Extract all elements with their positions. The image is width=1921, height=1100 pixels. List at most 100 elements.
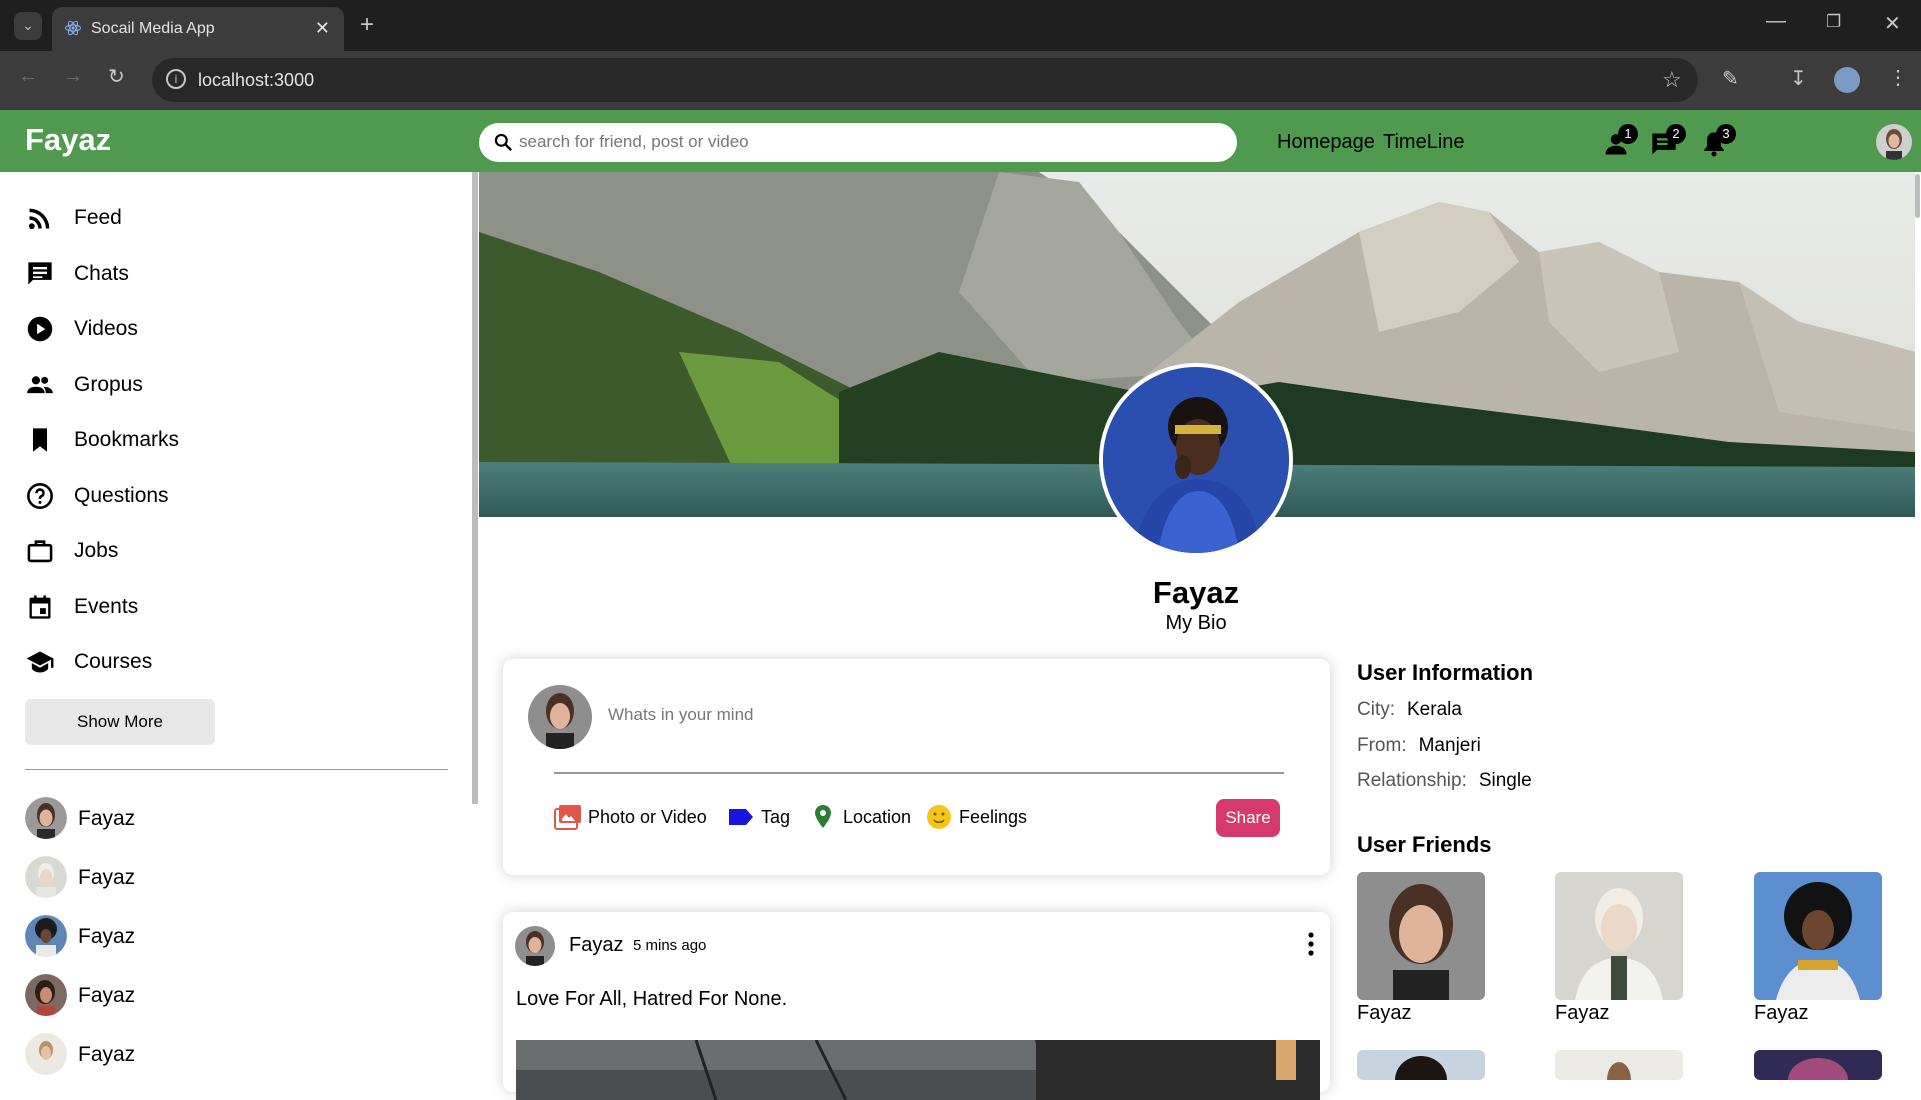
share-button[interactable]: Share (1216, 799, 1280, 837)
brand-logo[interactable]: Fayaz (25, 122, 111, 158)
sidebar-item-groups[interactable]: Gropus (26, 367, 426, 399)
search-bar[interactable] (479, 123, 1237, 162)
sidebar-item-videos[interactable]: Videos (26, 311, 426, 343)
avatar (25, 915, 67, 957)
feelings-option[interactable]: Feelings (925, 802, 1035, 832)
info-city-label: City: (1357, 699, 1395, 720)
sidebar-friend[interactable]: Fayaz (25, 915, 425, 957)
sidebar-item-jobs[interactable]: Jobs (26, 533, 426, 565)
feelings-label: Feelings (959, 807, 1028, 827)
browser-toolbar: ← → ↻ i localhost:3000 ☆ ✎ ↧ ⋮ (0, 51, 1921, 110)
site-info-icon[interactable]: i (166, 69, 186, 89)
minimize-icon[interactable]: — (1766, 10, 1786, 33)
sidebar-divider (25, 769, 448, 770)
friend-name: Fayaz (1754, 1002, 1809, 1024)
sidebar-item-label: Gropus (74, 373, 143, 396)
page-scrollbar-track[interactable] (1915, 172, 1921, 1080)
tab-title: Socail Media App (91, 20, 215, 37)
help-circle-icon (27, 483, 53, 509)
sidebar-item-label: Chats (74, 262, 129, 285)
sidebar-friend[interactable]: Fayaz (25, 856, 425, 898)
sidebar-item-label: Videos (74, 317, 138, 340)
bookmark-star-icon[interactable]: ☆ (1662, 67, 1682, 93)
calendar-icon (29, 595, 51, 619)
avatar (25, 1033, 67, 1075)
header-avatar[interactable] (1876, 124, 1912, 160)
tag-option[interactable]: Tag (727, 802, 797, 832)
rss-feed-icon (28, 208, 50, 230)
sidebar-friend-name: Fayaz (78, 984, 136, 1007)
avatar (528, 685, 592, 749)
tab-close-icon[interactable]: ✕ (315, 18, 330, 39)
reload-icon[interactable]: ↻ (108, 64, 125, 89)
restore-icon[interactable]: ❐ (1826, 12, 1841, 32)
back-icon[interactable]: ← (18, 65, 38, 88)
nav-homepage[interactable]: Homepage (1277, 131, 1375, 154)
nav-timeline[interactable]: TimeLine (1383, 131, 1465, 154)
address-bar[interactable]: i localhost:3000 ☆ (152, 58, 1698, 102)
sidebar-friend-name: Fayaz (78, 1043, 136, 1066)
user-friends-title: User Friends (1357, 832, 1492, 857)
info-relationship-value: Single (1478, 770, 1532, 791)
friend-photo (1357, 872, 1485, 1000)
show-more-button[interactable]: Show More (25, 699, 215, 745)
sidebar-friend-name: Fayaz (78, 866, 136, 889)
avatar (25, 974, 67, 1016)
info-from: From: Manjeri (1357, 735, 1481, 757)
profile-bio: My Bio (1165, 612, 1227, 634)
friend-requests-button[interactable]: 1 (1602, 124, 1638, 158)
tag-label: Tag (761, 807, 791, 827)
extensions-icon[interactable]: ✎ (1722, 66, 1739, 91)
label-icon (729, 809, 753, 825)
friend-name: Fayaz (1357, 1002, 1412, 1024)
info-city: City: Kerala (1357, 699, 1462, 721)
profile-name: Fayaz (1152, 575, 1240, 610)
sidebar-friend[interactable]: Fayaz (25, 797, 425, 839)
post-username[interactable]: Fayaz (569, 934, 623, 957)
sidebar-item-chats[interactable]: Chats (26, 256, 426, 288)
profile-picture[interactable] (1099, 363, 1293, 557)
location-option[interactable]: Location (809, 802, 919, 832)
forward-icon[interactable]: → (63, 65, 83, 88)
briefcase-icon (27, 540, 53, 563)
download-icon[interactable]: ↧ (1790, 66, 1807, 91)
user-information-title: User Information (1357, 660, 1534, 685)
photo-library-icon (554, 805, 581, 830)
sidebar-friend-name: Fayaz (78, 925, 136, 948)
menu-kebab-icon[interactable]: ⋮ (1888, 65, 1908, 90)
react-icon (65, 20, 81, 36)
more-vert-icon[interactable] (1306, 930, 1316, 958)
messages-button[interactable]: 2 (1650, 124, 1686, 158)
sidebar-friend[interactable]: Fayaz (25, 974, 425, 1016)
profile-avatar-icon[interactable] (1834, 67, 1860, 93)
sidebar-item-feed[interactable]: Feed (26, 200, 426, 232)
post-avatar[interactable] (515, 926, 555, 966)
sidebar-item-courses[interactable]: Courses (26, 644, 426, 676)
search-input[interactable] (519, 131, 1219, 153)
sidebar-scrollbar[interactable] (472, 172, 478, 804)
post-input[interactable] (608, 705, 1108, 725)
share-divider (554, 772, 1284, 774)
browser-tab[interactable]: Socail Media App ✕ (52, 7, 344, 51)
search-icon (494, 133, 512, 151)
sidebar-item-bookmarks[interactable]: Bookmarks (26, 422, 426, 454)
info-city-value: Kerala (1407, 699, 1462, 720)
sidebar-item-label: Courses (74, 650, 153, 673)
friend-photo (1754, 872, 1882, 1000)
page-scrollbar-thumb[interactable] (1915, 174, 1920, 218)
new-tab-icon[interactable]: + (360, 11, 374, 39)
sidebar-item-questions[interactable]: Questions (26, 478, 426, 510)
sidebar-friend[interactable]: Fayaz (25, 1033, 425, 1075)
info-relationship: Relationship: Single (1357, 770, 1532, 792)
location-label: Location (843, 807, 912, 827)
photo-video-label: Photo or Video (588, 807, 707, 827)
sidebar-item-label: Feed (74, 206, 122, 229)
avatar (25, 797, 67, 839)
sidebar-item-events[interactable]: Events (26, 589, 426, 621)
post-image[interactable] (516, 1040, 1320, 1100)
photo-video-option[interactable]: Photo or Video (554, 802, 714, 832)
window-close-icon[interactable]: ✕ (1884, 11, 1901, 36)
tab-search-icon[interactable]: ⌄ (14, 12, 42, 40)
sidebar-item-label: Bookmarks (74, 428, 180, 451)
notifications-button[interactable]: 3 (1700, 124, 1736, 158)
